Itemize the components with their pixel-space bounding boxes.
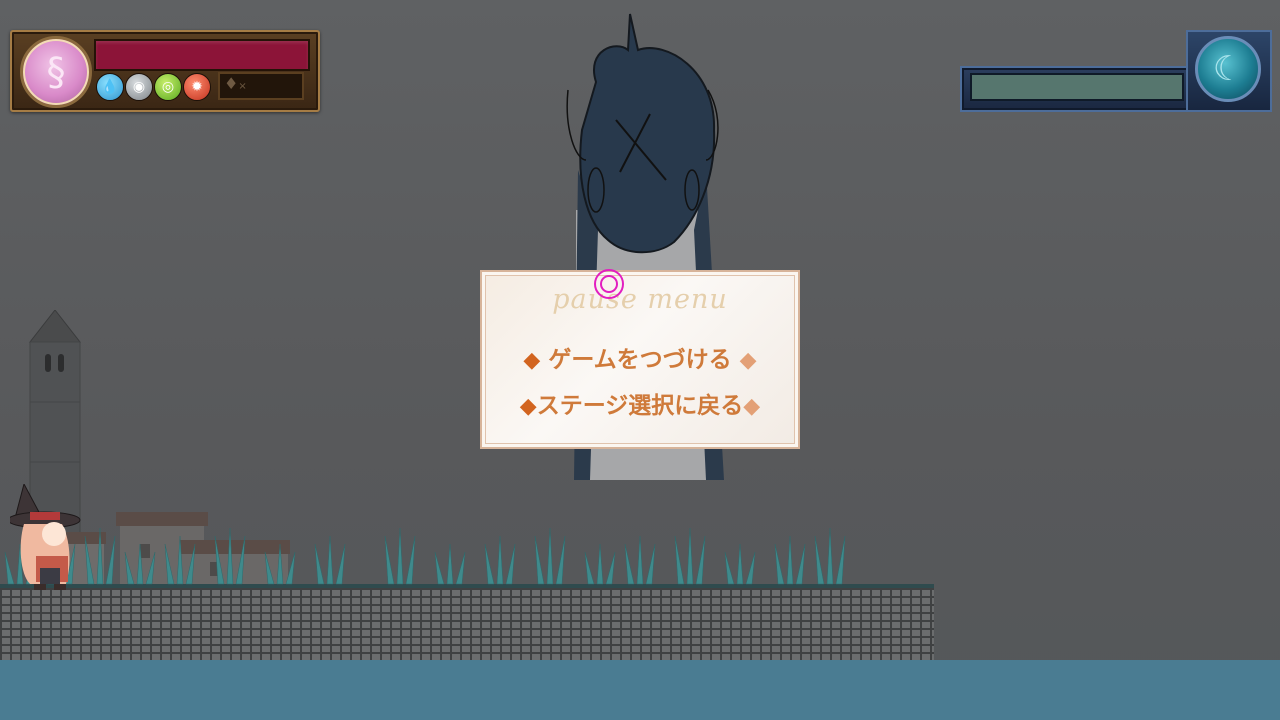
grass-blade [235, 535, 246, 585]
item-count: × [238, 81, 247, 92]
leaf-element-icon[interactable]: ◎ [154, 73, 182, 101]
grass-blade [505, 543, 516, 585]
grass-blade [226, 527, 234, 585]
grass-blade [405, 535, 416, 585]
grass-blade [596, 543, 604, 585]
water-element-icon[interactable]: 💧 [96, 73, 124, 101]
grass-blade [314, 543, 325, 585]
grass-blade [384, 535, 395, 585]
diamond-marker-icon: ◆ [743, 393, 761, 419]
diamond-marker-icon: ◆ [523, 347, 541, 373]
pause-menu-title: pause menu [552, 284, 728, 315]
grass-blade [774, 543, 785, 585]
grass-row [4, 527, 846, 585]
grass-blade [736, 543, 744, 585]
continue-game-option[interactable]: ◆ ゲームをつづける ◆ [482, 340, 798, 374]
grass-blade [105, 535, 116, 585]
pause-menu-panel: pause menu ◆ ゲームをつづける ◆ ◆ステージ選択に戻る◆ [480, 270, 800, 449]
stone-ground [0, 584, 934, 670]
grass-blade [136, 543, 144, 585]
grass-blade [96, 527, 104, 585]
grass-blade [645, 543, 656, 585]
grass-blade [674, 535, 685, 585]
player-witch-character [10, 484, 81, 590]
grass-blade [496, 535, 504, 585]
grass-blade [214, 535, 225, 585]
item-slot: ♦× [218, 72, 304, 100]
diamond-marker-icon: ◆ [739, 347, 757, 373]
grass-blade [455, 551, 466, 585]
water-surface [0, 660, 1280, 720]
grass-blade [176, 535, 184, 585]
grass-blade [546, 527, 554, 585]
grass-blade [795, 543, 806, 585]
cursor-ring-icon [594, 269, 624, 299]
moon-swirl-icon: ☾ [1195, 36, 1261, 102]
grass-blade [326, 535, 334, 585]
grass-blade [584, 551, 595, 585]
diamond-item-icon: ♦ [224, 74, 239, 93]
grass-blade [164, 543, 175, 585]
player-status-hud: § 💧 ◉ ◎ ✹ ♦× [10, 30, 320, 112]
grass-blade [624, 543, 635, 585]
grass-blade [185, 543, 196, 585]
fire-element-icon[interactable]: ✹ [183, 73, 211, 101]
wind-element-icon[interactable]: ◉ [125, 73, 153, 101]
boss-portrait: ☾ [1186, 30, 1272, 112]
grass-blade [835, 535, 846, 585]
grass-blade [636, 535, 644, 585]
grass-blade [434, 551, 445, 585]
grass-blade [264, 551, 275, 585]
return-to-stage-select-label: ステージ選択に戻る [536, 392, 744, 419]
diamond-marker-icon: ◆ [519, 393, 537, 419]
return-to-stage-select-option[interactable]: ◆ステージ選択に戻る◆ [482, 386, 798, 420]
continue-game-label: ゲームをつづける [548, 346, 732, 373]
boss-hp-bar [970, 73, 1184, 101]
grass-blade [484, 543, 495, 585]
grass-blade [396, 527, 404, 585]
grass-blade [686, 527, 694, 585]
grass-blade [285, 551, 296, 585]
player-hp-bar [94, 39, 310, 71]
grass-blade [695, 535, 706, 585]
grass-blade [814, 535, 825, 585]
grass-blade [826, 527, 834, 585]
grass-blade [276, 543, 284, 585]
grass-blade [745, 551, 756, 585]
grass-blade [124, 551, 135, 585]
grass-blade [534, 535, 545, 585]
grass-blade [446, 543, 454, 585]
grass-blade [335, 543, 346, 585]
grass-blade [555, 535, 566, 585]
grass-blade [724, 551, 735, 585]
grass-blade [605, 551, 616, 585]
grass-blade [786, 535, 794, 585]
grass-blade [145, 551, 156, 585]
player-portrait-swirl-icon: § [20, 36, 92, 108]
